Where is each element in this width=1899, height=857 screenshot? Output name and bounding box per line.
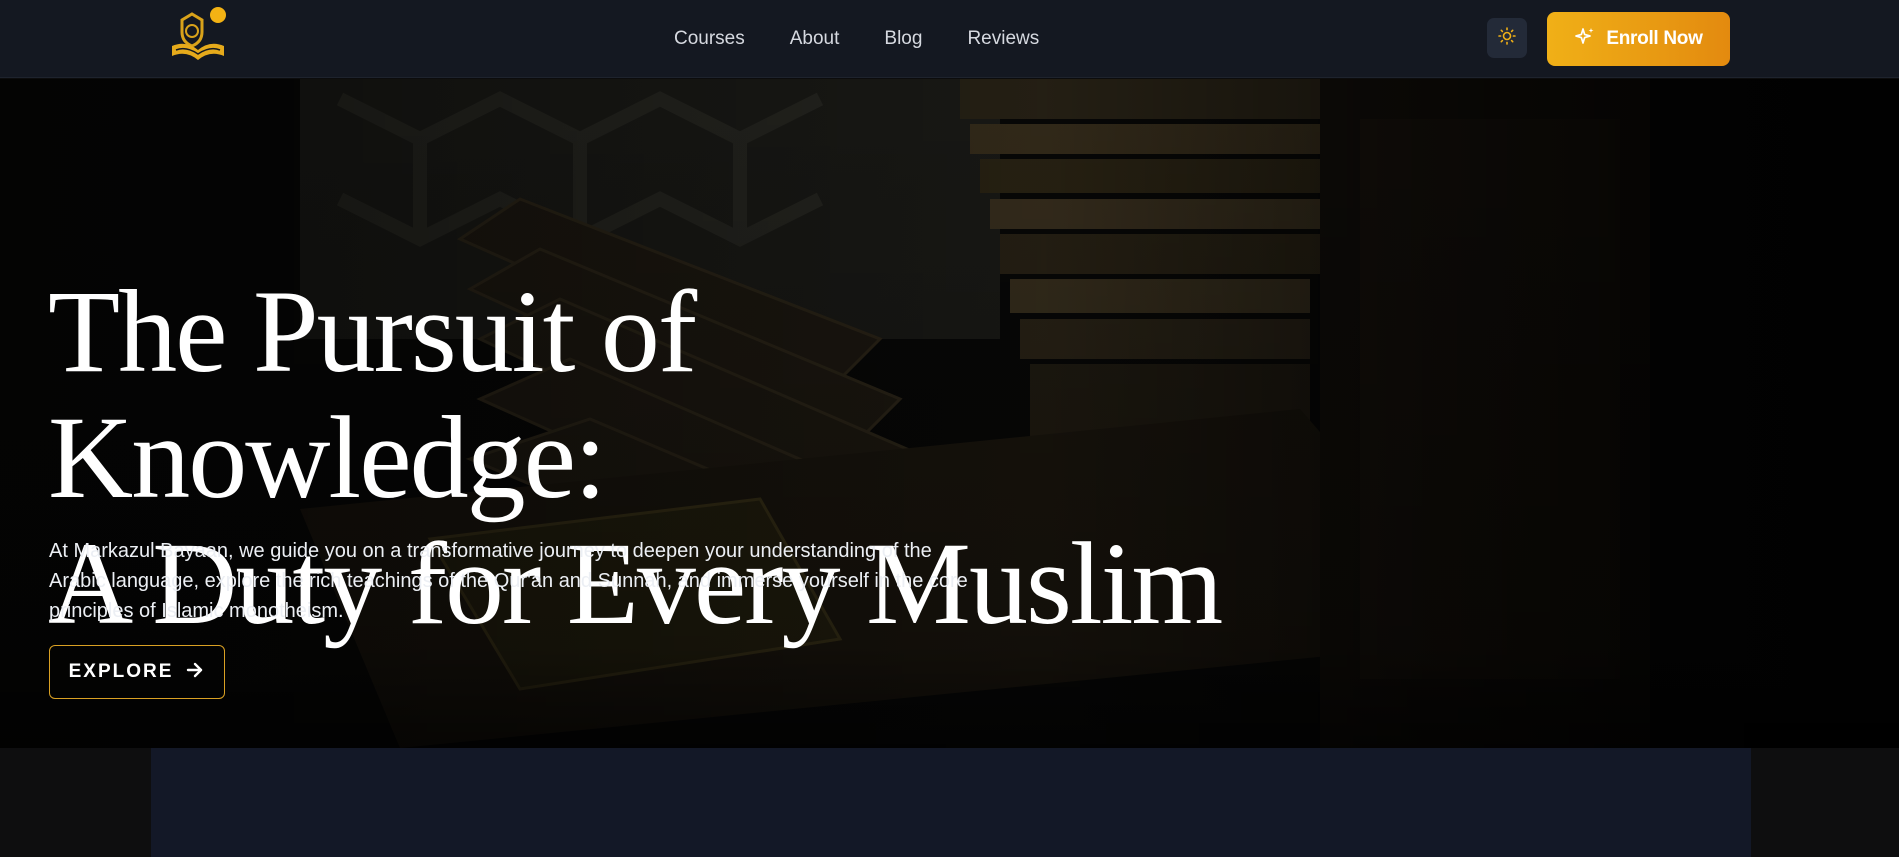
hero-description: At Markazul Bayaan, we guide you on a tr… — [49, 540, 968, 622]
hero-title-line-1: The Pursuit of Knowledge: — [48, 266, 697, 523]
sun-icon — [1498, 26, 1516, 50]
explore-label: EXPLORE — [68, 661, 174, 682]
content-panel — [151, 748, 1751, 857]
enroll-now-button[interactable]: Enroll Now — [1547, 12, 1730, 66]
arrow-right-icon — [185, 660, 205, 685]
enroll-now-label: Enroll Now — [1606, 28, 1703, 49]
hero-section: The Pursuit of Knowledge: A Duty for Eve… — [0, 79, 1899, 748]
explore-button[interactable]: EXPLORE — [49, 645, 225, 699]
book-crest-logo[interactable] — [168, 6, 228, 66]
nav-link-about[interactable]: About — [790, 28, 840, 50]
sparkles-icon — [1574, 26, 1596, 53]
theme-toggle-button[interactable] — [1487, 18, 1527, 58]
site-header: Courses About Blog Reviews Enroll Now — [0, 0, 1899, 78]
nav-link-blog[interactable]: Blog — [884, 28, 922, 50]
nav-link-reviews[interactable]: Reviews — [967, 28, 1039, 50]
main-nav: Courses About Blog Reviews — [674, 0, 1084, 78]
nav-link-courses[interactable]: Courses — [674, 28, 745, 50]
next-section — [0, 748, 1899, 857]
